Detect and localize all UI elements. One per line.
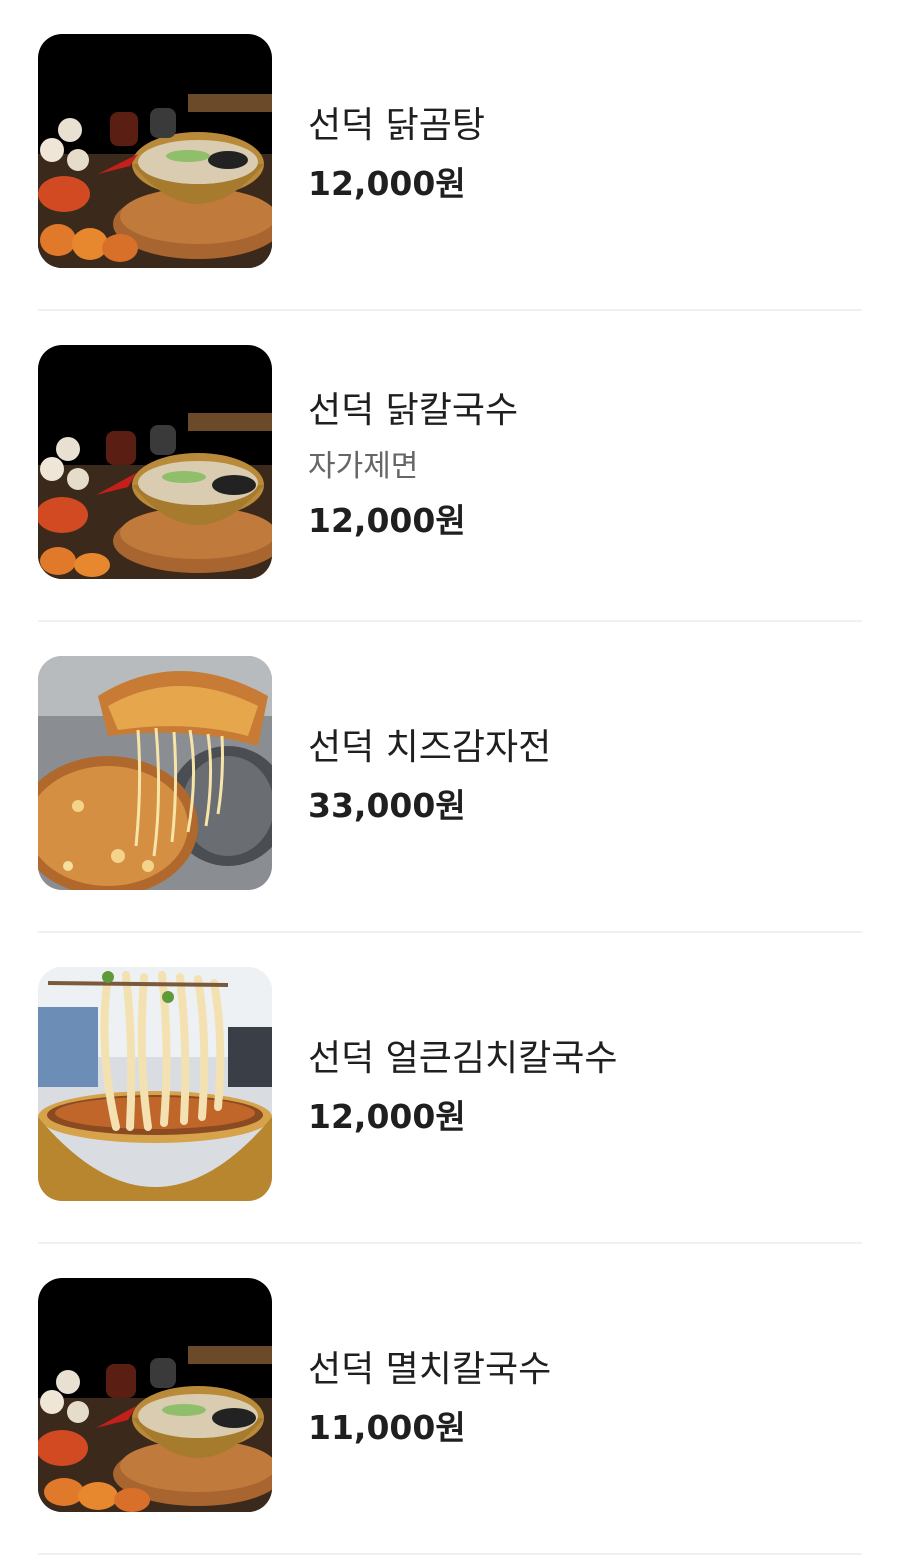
menu-item[interactable]: 선덕 치즈감자전 33,000원 bbox=[0, 622, 900, 933]
menu-item-photo[interactable] bbox=[38, 1278, 272, 1512]
menu-item-description: 자가제면 bbox=[308, 448, 419, 484]
menu-item-photo[interactable] bbox=[38, 967, 272, 1201]
menu-item-info: 선덕 닭칼국수 자가제면 12,000원 bbox=[308, 311, 860, 622]
menu-item-price: 12,000원 bbox=[308, 163, 466, 203]
soup-bowl-image bbox=[38, 34, 272, 268]
menu-item-name: 선덕 닭곰탕 bbox=[308, 104, 486, 146]
menu-item-name: 선덕 멸치칼국수 bbox=[308, 1348, 552, 1390]
menu-item-photo[interactable] bbox=[38, 345, 272, 579]
menu-item[interactable]: 선덕 닭곰탕 12,000원 bbox=[0, 0, 900, 311]
menu-item-price: 12,000원 bbox=[308, 1096, 466, 1136]
soup-bowl-image bbox=[38, 1278, 272, 1512]
menu-item-info: 선덕 치즈감자전 33,000원 bbox=[308, 622, 860, 933]
menu-item-photo[interactable] bbox=[38, 656, 272, 890]
menu-list: 선덕 닭곰탕 12,000원 선덕 닭칼국수 자가제면 12,000원 선덕 치… bbox=[0, 0, 900, 1555]
menu-item-name: 선덕 닭칼국수 bbox=[308, 389, 519, 431]
menu-item-info: 선덕 얼큰김치칼국수 12,000원 bbox=[308, 933, 860, 1244]
menu-item-price: 33,000원 bbox=[308, 785, 466, 825]
menu-item-name: 선덕 치즈감자전 bbox=[308, 726, 552, 768]
menu-item-photo[interactable] bbox=[38, 34, 272, 268]
cheese-pancake-image bbox=[38, 656, 272, 890]
menu-item[interactable]: 선덕 닭칼국수 자가제면 12,000원 bbox=[0, 311, 900, 622]
noodle-lift-image bbox=[38, 967, 272, 1201]
menu-item-price: 12,000원 bbox=[308, 500, 466, 540]
menu-item-info: 선덕 닭곰탕 12,000원 bbox=[308, 0, 860, 311]
menu-item-name: 선덕 얼큰김치칼국수 bbox=[308, 1037, 618, 1079]
menu-item[interactable]: 선덕 얼큰김치칼국수 12,000원 bbox=[0, 933, 900, 1244]
menu-item-info: 선덕 멸치칼국수 11,000원 bbox=[308, 1244, 860, 1555]
soup-bowl-image bbox=[38, 345, 272, 579]
menu-item-price: 11,000원 bbox=[308, 1407, 466, 1447]
menu-item[interactable]: 선덕 멸치칼국수 11,000원 bbox=[0, 1244, 900, 1555]
